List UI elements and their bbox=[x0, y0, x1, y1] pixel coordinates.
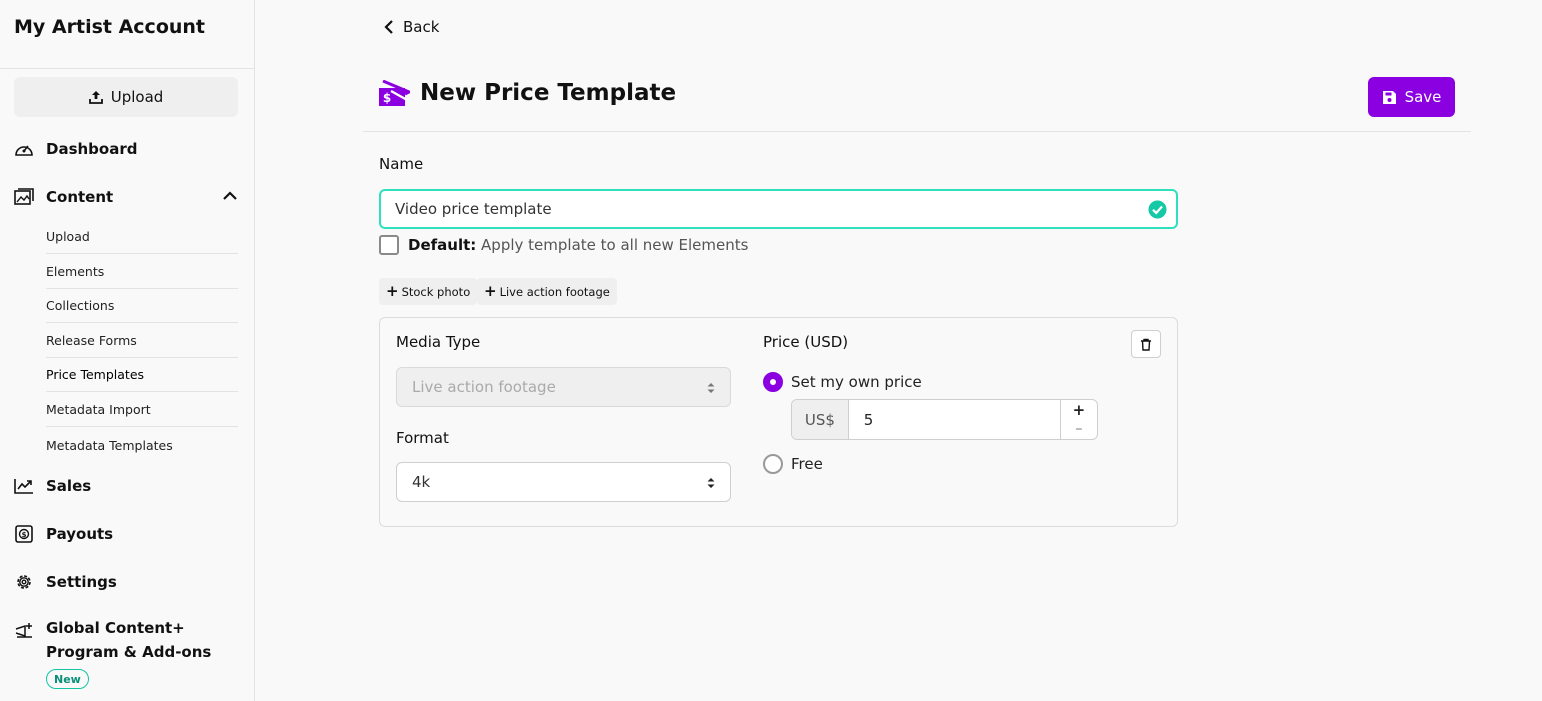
page-header: $ New Price Template bbox=[379, 80, 676, 106]
free-option[interactable]: Free bbox=[763, 454, 823, 474]
price-input-group: US$ + – bbox=[791, 399, 1098, 440]
chevron-up-icon[interactable] bbox=[222, 188, 238, 208]
decrement-button[interactable]: – bbox=[1061, 420, 1097, 438]
add-stock-photo-button[interactable]: + Stock photo bbox=[379, 278, 478, 305]
price-rule-card: Media Type Live action footage Format 4k… bbox=[379, 317, 1178, 527]
payouts-icon: $ bbox=[14, 524, 34, 544]
sidebar-subitem-collections[interactable]: Collections bbox=[46, 289, 238, 323]
plus-icon: + bbox=[484, 282, 497, 300]
new-badge: New bbox=[46, 669, 89, 689]
sidebar-item-label: Payouts bbox=[46, 525, 114, 543]
default-checkbox[interactable] bbox=[379, 235, 399, 255]
chip-label: Stock photo bbox=[401, 284, 471, 299]
set-own-price-radio[interactable] bbox=[763, 372, 783, 392]
default-label: Default: bbox=[408, 236, 477, 254]
sidebar-item-settings[interactable]: Settings bbox=[14, 568, 238, 596]
sidebar-item-label: Dashboard bbox=[46, 140, 138, 158]
select-arrows-icon bbox=[707, 478, 715, 488]
add-live-action-footage-button[interactable]: + Live action footage bbox=[477, 278, 617, 305]
sidebar-item-label: Content bbox=[46, 188, 114, 206]
sidebar-item-label: Sales bbox=[46, 477, 92, 495]
svg-text:$: $ bbox=[22, 531, 27, 539]
gear-icon bbox=[14, 572, 34, 592]
chevron-left-icon bbox=[384, 20, 393, 34]
free-label: Free bbox=[791, 455, 823, 473]
select-arrows-icon bbox=[707, 383, 715, 393]
save-button[interactable]: Save bbox=[1368, 77, 1455, 117]
sidebar-item-content[interactable]: Content bbox=[14, 183, 238, 211]
back-label: Back bbox=[403, 18, 440, 36]
sidebar-item-sales[interactable]: Sales bbox=[14, 472, 238, 500]
sidebar-subitem-upload[interactable]: Upload bbox=[46, 220, 238, 254]
page-title: New Price Template bbox=[420, 80, 677, 106]
back-link[interactable]: Back bbox=[383, 18, 439, 36]
upload-button[interactable]: Upload bbox=[14, 77, 238, 117]
increment-button[interactable]: + bbox=[1061, 402, 1097, 420]
sidebar: My Artist Account Upload Dashboard Conte… bbox=[0, 0, 255, 701]
format-value: 4k bbox=[412, 473, 431, 491]
default-option: Default: Apply template to all new Eleme… bbox=[379, 235, 748, 255]
set-own-price-option[interactable]: Set my own price bbox=[763, 372, 922, 392]
global-content-icon bbox=[14, 620, 34, 640]
svg-text:$: $ bbox=[383, 91, 391, 105]
price-input[interactable] bbox=[848, 400, 1060, 439]
sidebar-subitem-price-templates[interactable]: Price Templates bbox=[46, 358, 238, 392]
price-tag-icon: $ bbox=[379, 80, 410, 106]
free-radio[interactable] bbox=[763, 454, 783, 474]
currency-prefix: US$ bbox=[792, 400, 849, 439]
format-select[interactable]: 4k bbox=[396, 462, 731, 502]
sidebar-item-label: Global Content+ bbox=[46, 619, 185, 637]
default-text: Default: Apply template to all new Eleme… bbox=[408, 236, 748, 254]
media-type-label: Media Type bbox=[396, 333, 481, 351]
dashboard-icon bbox=[14, 139, 34, 159]
content-icon bbox=[14, 187, 34, 207]
sidebar-item-dashboard[interactable]: Dashboard bbox=[14, 135, 238, 163]
sidebar-subitem-metadata-templates[interactable]: Metadata Templates bbox=[46, 428, 238, 462]
plus-icon: + bbox=[386, 282, 399, 300]
upload-button-label: Upload bbox=[110, 88, 164, 106]
sidebar-item-label-line2: Program & Add-ons bbox=[46, 643, 212, 661]
save-button-label: Save bbox=[1404, 88, 1442, 106]
trash-icon bbox=[1141, 338, 1151, 351]
media-type-select: Live action footage bbox=[396, 367, 731, 407]
price-stepper: + – bbox=[1059, 400, 1097, 439]
price-label: Price (USD) bbox=[763, 333, 849, 351]
format-label: Format bbox=[396, 429, 449, 447]
chip-label: Live action footage bbox=[499, 284, 610, 299]
name-label: Name bbox=[379, 155, 424, 173]
default-description: Apply template to all new Elements bbox=[481, 236, 749, 254]
media-type-value: Live action footage bbox=[412, 378, 556, 396]
sidebar-subitem-elements[interactable]: Elements bbox=[46, 255, 238, 289]
header-divider bbox=[363, 131, 1471, 132]
check-circle-icon bbox=[1148, 200, 1167, 219]
delete-rule-button[interactable] bbox=[1131, 330, 1161, 358]
sidebar-divider bbox=[0, 68, 254, 69]
sidebar-subitem-release-forms[interactable]: Release Forms bbox=[46, 324, 238, 358]
sales-icon bbox=[14, 476, 34, 496]
name-input[interactable] bbox=[379, 189, 1178, 229]
sidebar-item-payouts[interactable]: $ Payouts bbox=[14, 520, 238, 548]
floppy-disk-icon bbox=[1382, 90, 1396, 104]
sidebar-item-global-content[interactable]: Global Content+ Program & Add-ons bbox=[14, 616, 238, 668]
account-title: My Artist Account bbox=[14, 16, 206, 38]
set-own-price-label: Set my own price bbox=[791, 373, 922, 391]
sidebar-subitem-metadata-import[interactable]: Metadata Import bbox=[46, 393, 238, 427]
sidebar-item-label: Settings bbox=[46, 573, 117, 591]
upload-icon bbox=[88, 91, 103, 104]
